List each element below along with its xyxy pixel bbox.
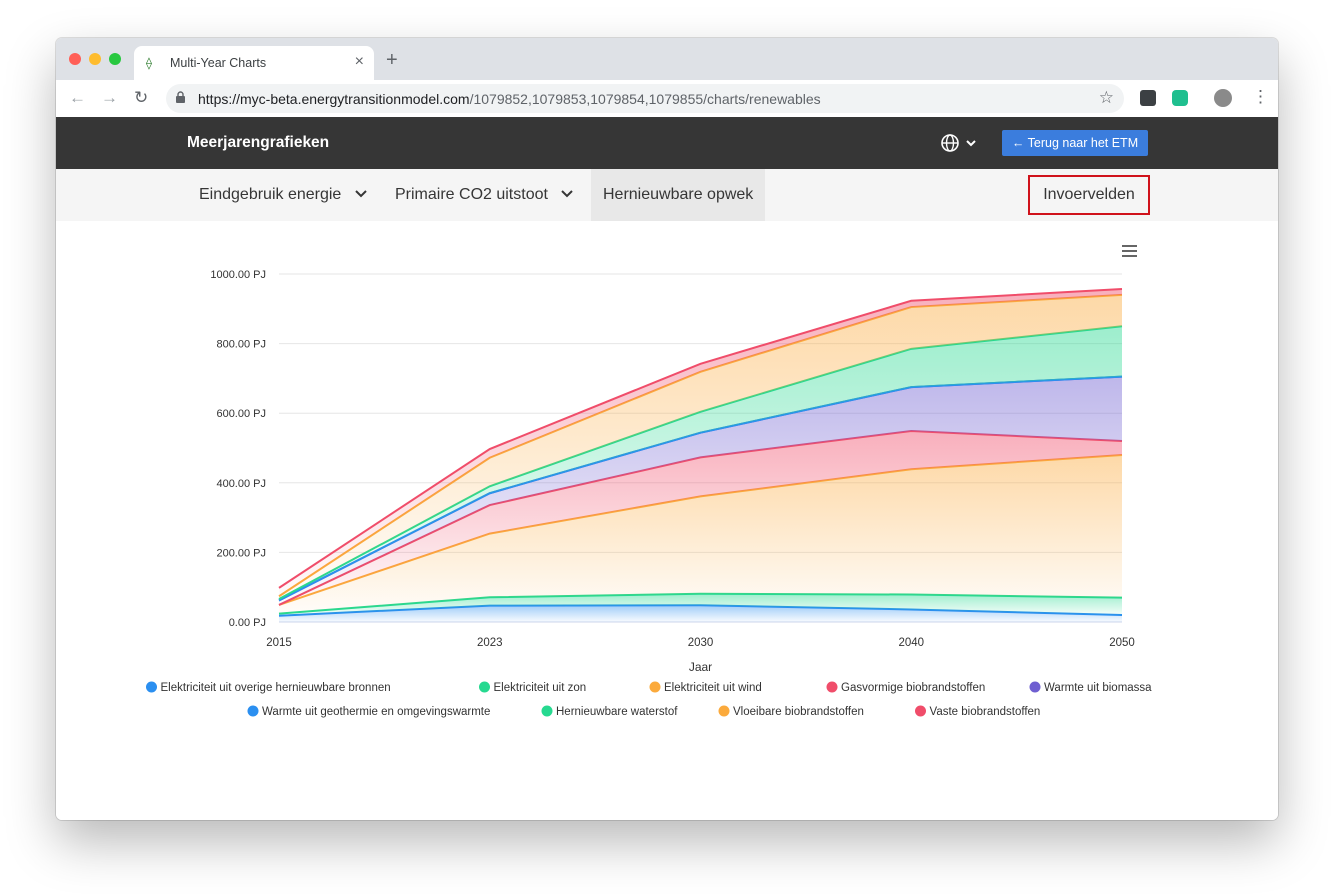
y-tick-label: 600.00 PJ — [216, 408, 266, 420]
legend-item: Warmte uit biomassa — [1044, 682, 1152, 694]
close-tab-icon[interactable]: × — [355, 53, 364, 71]
y-tick-label: 200.00 PJ — [216, 547, 266, 559]
tab-label: Hernieuwbare opwek — [603, 186, 754, 203]
legend-item: Elektriciteit uit wind — [664, 682, 762, 694]
browser-window: ⟠ Multi-Year Charts × + ← → ↻ https://my… — [56, 38, 1278, 820]
legend-marker — [1029, 681, 1041, 693]
app-header: Meerjarengrafieken ← Terug naar het ETM — [56, 117, 1278, 169]
y-tick-label: 800.00 PJ — [216, 339, 266, 351]
brand-title[interactable]: Meerjarengrafieken — [187, 134, 329, 152]
tab-label: Eindgebruik energie — [199, 186, 342, 203]
legend-marker — [826, 681, 838, 693]
tab-eindgebruik-energie[interactable]: Eindgebruik energie — [199, 169, 368, 221]
new-tab-icon[interactable]: + — [386, 50, 398, 70]
legend-marker — [146, 681, 157, 693]
tab-label: Primaire CO2 uitstoot — [395, 186, 548, 203]
legend-item: Vloeibare biobrandstoffen — [733, 706, 864, 718]
back-arrow-icon[interactable]: ← — [69, 88, 86, 108]
legend-marker — [247, 705, 259, 717]
browser-menu-icon[interactable]: ⋮ — [1252, 87, 1269, 107]
extension-password-icon[interactable] — [1140, 90, 1156, 106]
chart-tabs: Eindgebruik energie Primaire CO2 uitstoo… — [56, 169, 1278, 221]
etm-favicon-icon: ⟠ — [146, 56, 152, 70]
x-tick-label: 2015 — [266, 637, 292, 649]
y-tick-label: 400.00 PJ — [216, 478, 266, 490]
browser-tab[interactable]: ⟠ Multi-Year Charts × — [134, 46, 374, 80]
legend-marker — [541, 705, 553, 717]
legend-marker — [649, 681, 661, 693]
tab-strip: ⟠ Multi-Year Charts × + — [56, 38, 1278, 80]
x-tick-label: 2023 — [477, 637, 503, 649]
legend-item: Vaste biobrandstoffen — [930, 706, 1041, 718]
browser-toolbar: ← → ↻ https://myc-beta.energytransitionm… — [56, 80, 1278, 118]
y-tick-label: 0.00 PJ — [229, 617, 266, 629]
chart-menu-icon[interactable] — [1122, 245, 1137, 260]
x-axis-label: Jaar — [689, 660, 712, 674]
legend-item: Gasvormige biobrandstoffen — [841, 682, 985, 694]
input-fields-button[interactable]: Invoervelden — [1028, 175, 1150, 215]
chevron-down-icon — [561, 190, 574, 198]
legend-item: Warmte uit geothermie en omgevingswarmte — [262, 706, 490, 718]
close-window-button[interactable] — [69, 53, 81, 65]
chart-area: 0.00 PJ 200.00 PJ 400.00 PJ 600.00 PJ 800.00… — [56, 221, 1278, 820]
tab-title: Multi-Year Charts — [170, 56, 267, 70]
language-globe-icon[interactable] — [940, 132, 980, 154]
minimize-window-button[interactable] — [89, 53, 101, 65]
address-bar[interactable]: https://myc-beta.energytransitionmodel.c… — [166, 84, 1124, 113]
tab-hernieuwbare-opwek[interactable]: Hernieuwbare opwek — [591, 169, 766, 221]
chevron-down-icon — [355, 190, 367, 198]
x-tick-label: 2050 — [1109, 637, 1135, 649]
legend-item: Elektriciteit uit zon — [494, 682, 587, 694]
x-tick-label: 2030 — [688, 637, 714, 649]
legend-item: Elektriciteit uit overige hernieuwbare b… — [161, 682, 391, 694]
x-tick-label: 2040 — [898, 637, 924, 649]
bookmark-star-icon[interactable]: ☆ — [1099, 88, 1114, 108]
back-to-etm-button[interactable]: ← Terug naar het ETM — [1002, 130, 1148, 156]
y-tick-label: 1000.00 PJ — [210, 269, 266, 281]
legend-marker — [479, 681, 490, 693]
renewables-chart: 0.00 PJ 200.00 PJ 400.00 PJ 600.00 PJ 800.00… — [146, 269, 1152, 718]
reload-icon[interactable]: ↻ — [134, 88, 148, 108]
url-host: https://myc-beta.energytransitionmodel.c… — [198, 91, 470, 107]
legend-marker — [915, 705, 926, 717]
url-path: /1079852,1079853,1079854,1079855/charts/… — [469, 91, 821, 107]
extension-cup-icon[interactable] — [1172, 90, 1188, 106]
legend-marker — [718, 705, 730, 717]
maximize-window-button[interactable] — [109, 53, 121, 65]
profile-avatar[interactable] — [1214, 89, 1232, 107]
legend-item: Hernieuwbare waterstof — [556, 706, 678, 718]
url-text: https://myc-beta.energytransitionmodel.c… — [198, 91, 821, 107]
lock-icon — [176, 91, 185, 103]
tab-primaire-co2-uitstoot[interactable]: Primaire CO2 uitstoot — [395, 169, 574, 221]
forward-arrow-icon[interactable]: → — [101, 88, 118, 108]
